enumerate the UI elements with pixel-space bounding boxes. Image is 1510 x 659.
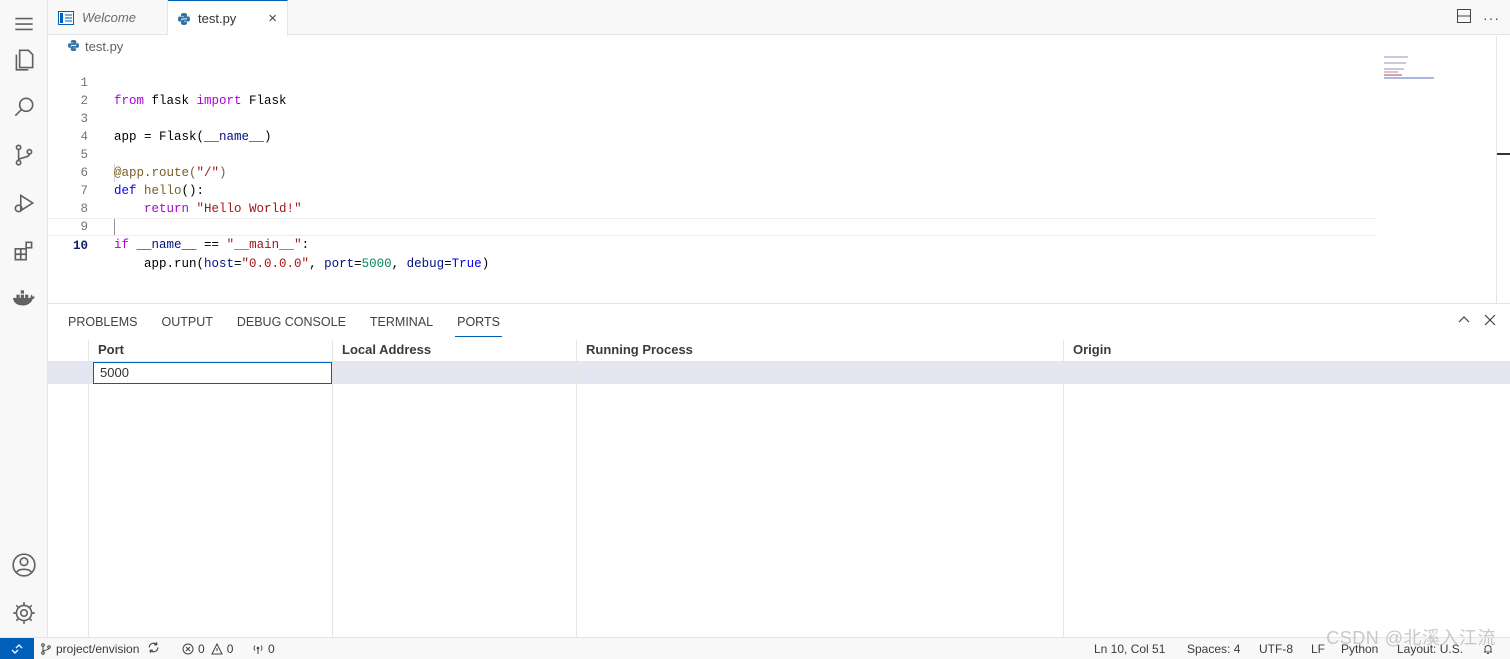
cursor-position[interactable]: Ln 10, Col 51 [1094,638,1165,659]
tab-ports[interactable]: PORTS [455,304,502,339]
error-count: 0 [198,642,205,656]
encoding-status[interactable]: UTF-8 [1259,638,1293,659]
search-icon[interactable] [0,83,48,131]
docker-icon[interactable] [0,275,48,323]
code-token: == [196,238,227,252]
cursor-position-marker [1497,153,1510,155]
code-line[interactable]: 7 return "Hello World!" [48,164,1376,216]
code-token: True [451,257,482,271]
code-token: = [234,257,242,271]
activity-bar [0,0,48,637]
python-icon [178,12,190,25]
code-token: , [309,257,325,271]
header-port[interactable]: Port [98,342,124,357]
port-number-input[interactable]: 5000 [93,362,332,384]
remote-icon [11,644,23,654]
source-control-icon[interactable] [0,131,48,179]
ports-status[interactable]: 0 [252,638,275,659]
code-token: = [444,257,452,271]
code-line[interactable]: 8 [48,182,1376,216]
code-token: port [324,257,355,271]
code-token: "__main__" [226,238,302,252]
bottom-panel: PROBLEMS OUTPUT DEBUG CONSOLE TERMINAL P… [48,303,1510,638]
header-running-process[interactable]: Running Process [586,342,693,357]
minimap[interactable] [1384,56,1444,86]
code-line[interactable]: 3 app = Flask(__name__) [48,92,1376,144]
settings-gear-icon[interactable] [0,589,48,637]
maximize-panel-icon[interactable] [1458,314,1470,329]
code-token: debug [406,257,445,271]
vscode-window: Welcome test.py × ··· test.py 1 from fla… [0,0,1510,659]
git-branch-icon [41,643,51,655]
tab-label: Welcome [82,10,136,25]
code-token: : [301,238,310,252]
table-column-local-address: Local Address [333,340,577,638]
eol-status[interactable]: LF [1311,638,1325,659]
code-line[interactable]: 1 from flask import Flask [48,56,1376,108]
code-line[interactable]: 4 [48,110,1376,144]
branch-status[interactable]: project/envision [40,638,160,659]
code-token: app.run( [114,257,205,271]
account-icon[interactable] [0,541,48,589]
header-local-address[interactable]: Local Address [342,342,431,357]
code-line[interactable]: 5 @app.route("/") [48,128,1376,180]
breadcrumb[interactable]: test.py [48,36,123,56]
tab-problems[interactable]: PROBLEMS [68,304,137,339]
code-token: ) [481,257,490,271]
status-bar: project/envision 0 0 0 Ln 10, Col 51 Spa… [0,637,1510,659]
breadcrumb-file[interactable]: test.py [85,39,123,54]
branch-name: project/envision [56,642,140,656]
tab-test-py[interactable]: test.py × [168,0,288,36]
tab-debug-console[interactable]: DEBUG CONSOLE [237,304,346,339]
error-icon [182,643,194,655]
table-column-port: Port [89,340,333,638]
code-line[interactable]: 9 if __name__ == "__main__": [48,200,1376,252]
code-line[interactable]: 2 [48,74,1376,108]
vscode-welcome-icon [58,10,74,25]
table-column-gutter [48,340,89,638]
code-token: __name__ [136,238,197,252]
watermark-text: CSDN @北溪入江流 [1326,628,1496,648]
code-token: host [204,257,235,271]
current-code-line[interactable]: 10 app.run(host="0.0.0.0", port=5000, de… [48,218,1376,271]
extensions-icon[interactable] [0,227,48,275]
line-number: 10 [72,239,88,253]
header-origin[interactable]: Origin [1073,342,1111,357]
more-actions-icon[interactable]: ··· [1483,10,1500,26]
remote-indicator[interactable] [0,638,34,659]
code-token: 5000 [361,257,392,271]
code-token: if [114,238,130,252]
tab-label: test.py [198,11,237,26]
python-icon [68,39,79,54]
indentation-status[interactable]: Spaces: 4 [1187,638,1240,659]
editor-tab-bar: Welcome test.py × ··· [48,0,1510,36]
code-token: "0.0.0.0" [241,257,310,271]
editor-scrollbar[interactable] [1496,36,1497,303]
close-panel-icon[interactable] [1484,314,1496,329]
broadcast-icon [253,645,263,654]
table-column-origin: Origin [1064,340,1510,638]
panel-tabs: PROBLEMS OUTPUT DEBUG CONSOLE TERMINAL P… [68,304,502,339]
code-line[interactable]: 6 def hello(): [48,146,1376,198]
sync-icon[interactable] [147,641,160,657]
ports-table: Port Local Address Running Process Origi… [48,340,1510,638]
tab-welcome[interactable]: Welcome [48,0,168,35]
code-token: = [354,257,362,271]
tab-terminal[interactable]: TERMINAL [370,304,433,339]
warning-icon [210,643,223,655]
tab-output[interactable]: OUTPUT [161,304,212,339]
run-debug-icon[interactable] [0,179,48,227]
table-column-running-process: Running Process [577,340,1064,638]
ports-count: 0 [268,642,275,656]
close-tab-icon[interactable]: × [268,10,277,27]
split-editor-icon[interactable] [1457,9,1471,26]
explorer-icon[interactable] [0,36,48,84]
warning-count: 0 [226,642,234,656]
code-token: , [391,257,407,271]
code-editor[interactable]: 1 from flask import Flask 2 3 app = Flas… [48,56,1510,303]
problems-status[interactable]: 0 0 [182,638,233,659]
